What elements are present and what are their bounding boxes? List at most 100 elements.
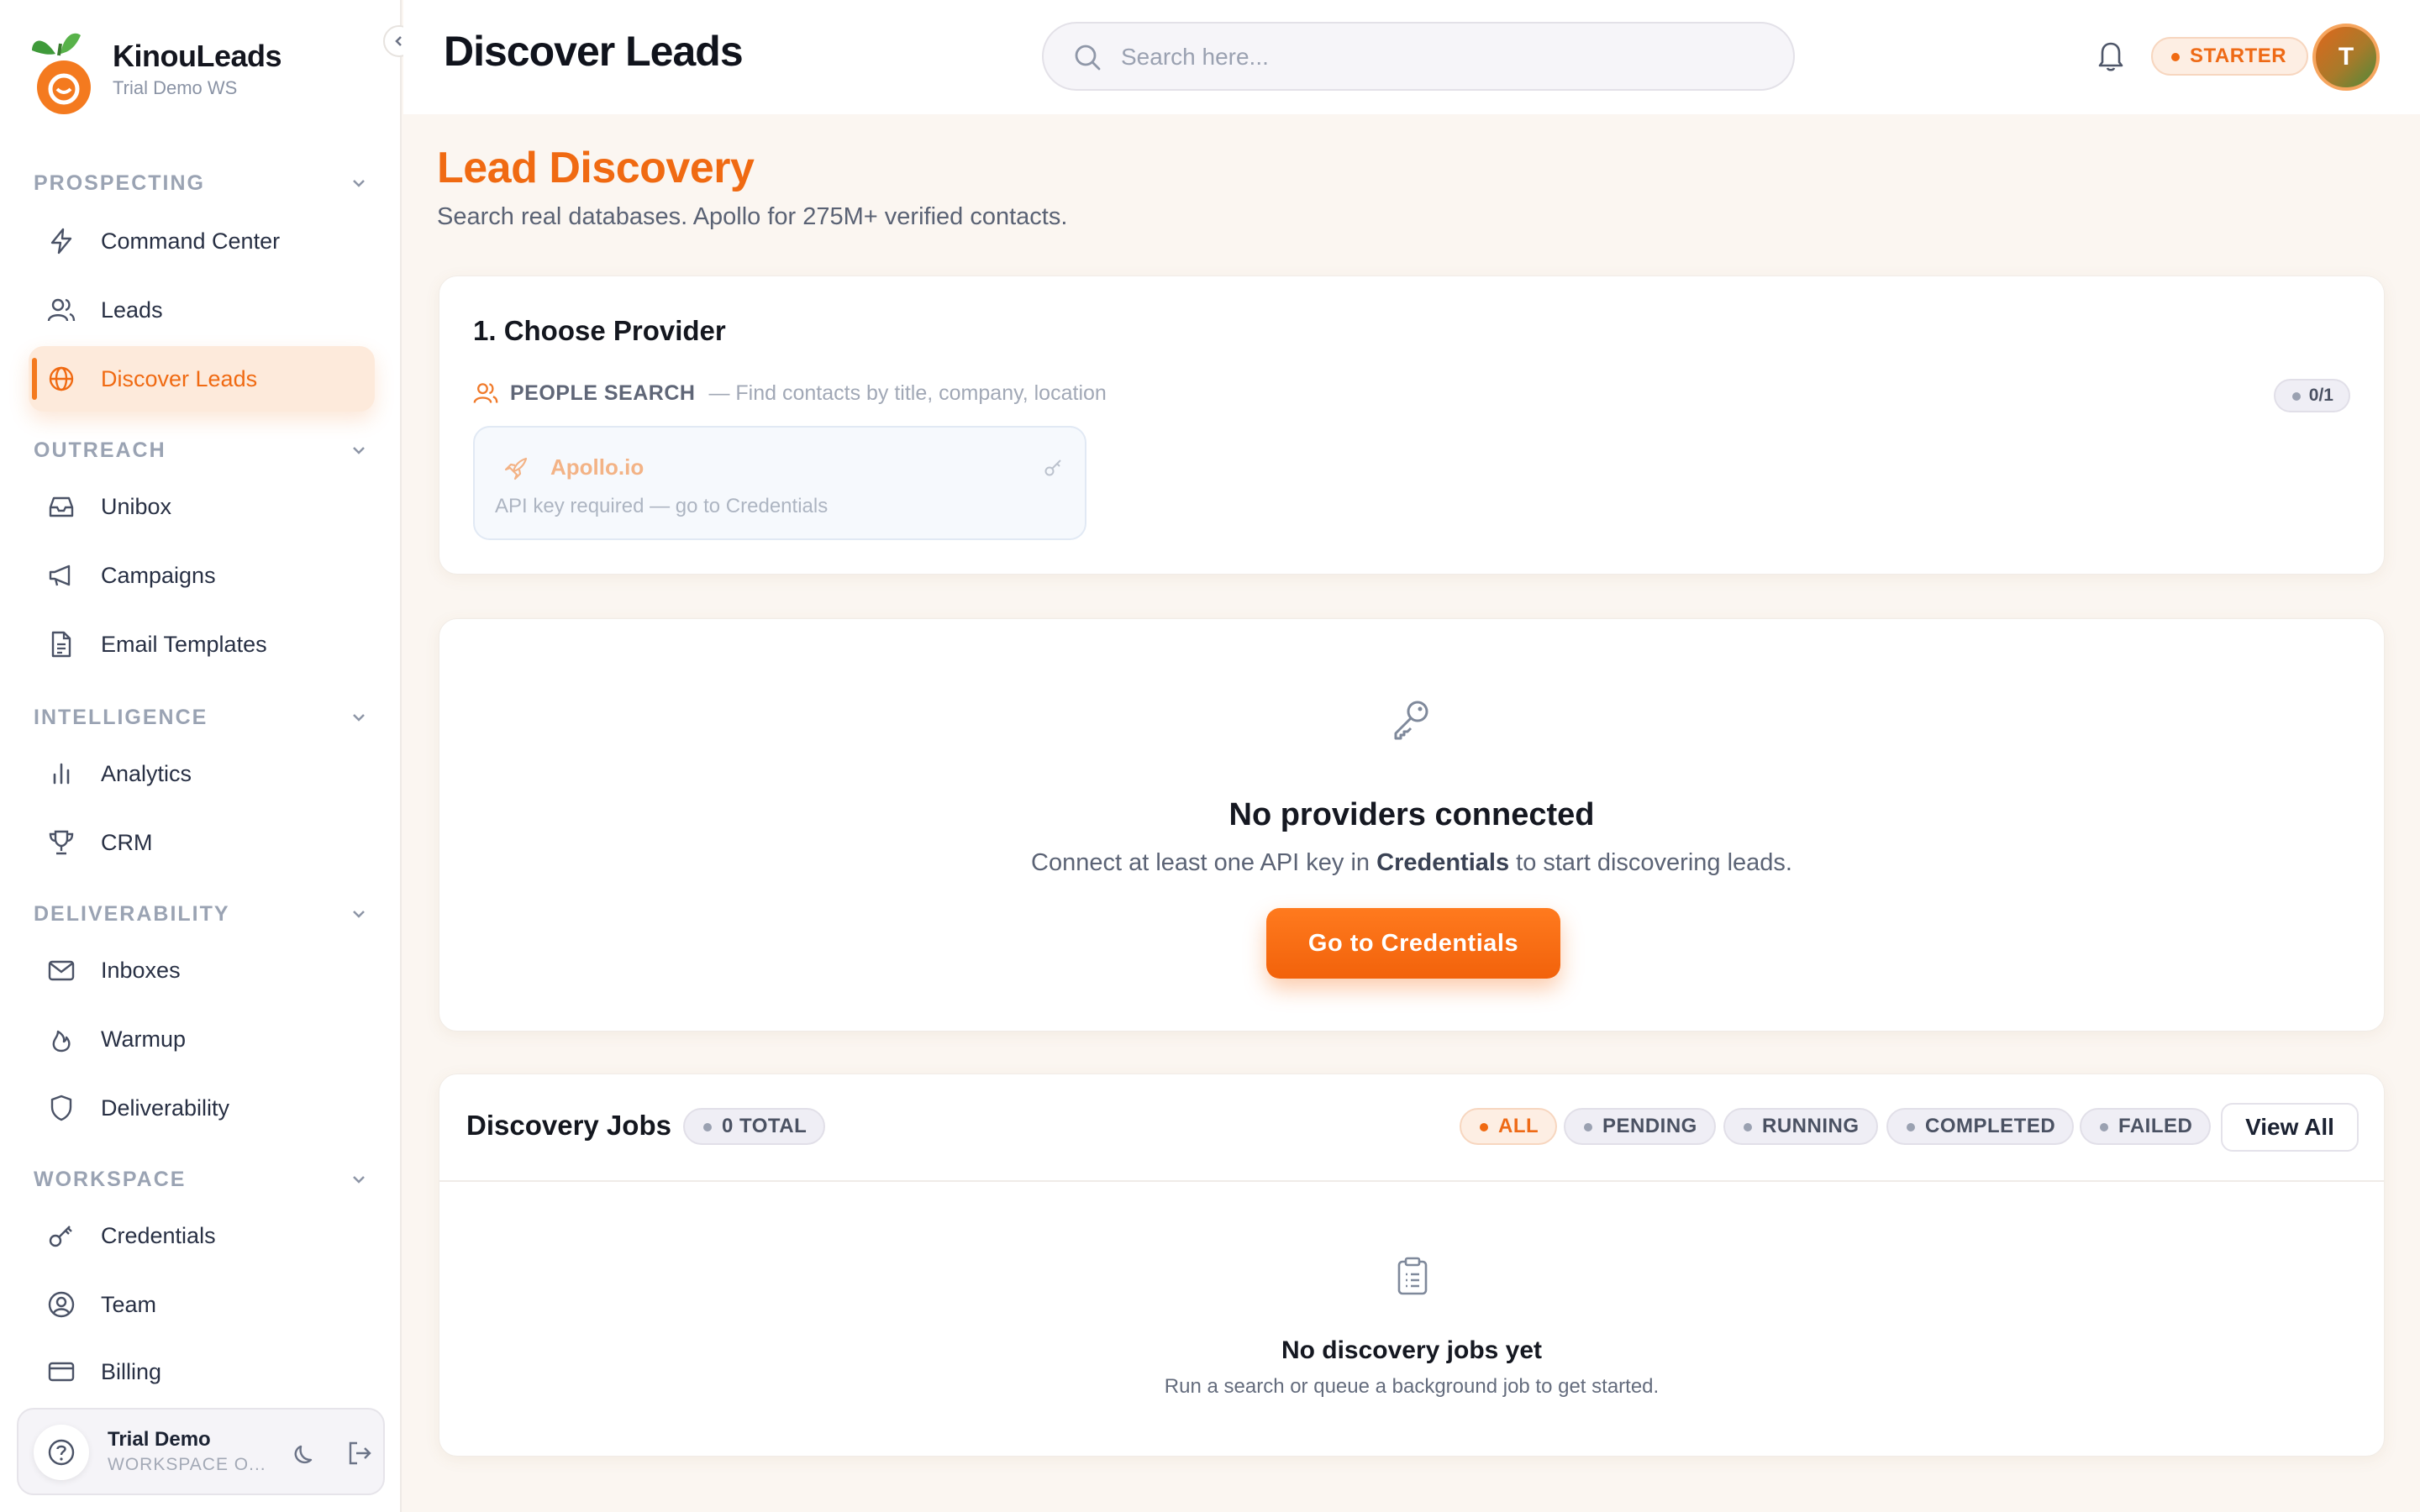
users-icon: [473, 383, 498, 403]
sidebar-item-label: Team: [101, 1291, 157, 1317]
discovery-jobs-card: Discovery Jobs 0 TOTAL ALL PENDING RUNNI…: [439, 1074, 2385, 1457]
chevron-down-icon: [353, 714, 365, 722]
question-circle-icon: [48, 1439, 75, 1466]
empty-description: Connect at least one API key in Credenti…: [439, 849, 2384, 877]
section-label: PROSPECTING: [34, 171, 205, 195]
top-bar: Discover Leads STARTER T: [403, 0, 2420, 114]
empty-desc-text: to start discovering leads.: [1509, 849, 1792, 876]
bolt-icon: [50, 228, 72, 255]
sidebar-item-deliverability[interactable]: Deliverability: [29, 1075, 375, 1141]
brand-name: KinouLeads: [113, 39, 282, 73]
sidebar-item-team[interactable]: Team: [29, 1272, 375, 1337]
chevron-down-icon: [353, 1176, 365, 1184]
avatar[interactable]: T: [2312, 24, 2380, 91]
sidebar-item-command-center[interactable]: Command Center: [29, 208, 375, 274]
sidebar-item-label: Analytics: [101, 760, 192, 786]
section-workspace[interactable]: WORKSPACE: [34, 1163, 370, 1196]
sidebar-item-unibox[interactable]: Unibox: [29, 474, 375, 539]
sidebar-item-label: Unibox: [101, 493, 172, 519]
sidebar-item-discover-leads[interactable]: Discover Leads: [29, 346, 375, 412]
plan-badge[interactable]: STARTER: [2151, 37, 2309, 76]
sidebar-item-billing[interactable]: Billing: [29, 1339, 375, 1404]
shield-icon: [50, 1095, 72, 1121]
people-search-desc: — Find contacts by title, company, locat…: [708, 381, 1107, 405]
megaphone-icon: [49, 564, 71, 586]
orange-logo-icon: [32, 33, 91, 114]
filter-failed[interactable]: FAILED: [2080, 1108, 2212, 1145]
sidebar-item-label: Billing: [101, 1358, 162, 1384]
sidebar-item-crm[interactable]: CRM: [29, 810, 375, 875]
section-intelligence[interactable]: INTELLIGENCE: [34, 701, 370, 734]
mail-icon: [48, 960, 75, 981]
sidebar-item-label: Email Templates: [101, 631, 267, 657]
user-role: WORKSPACE O...: [108, 1455, 266, 1474]
page-title: Discover Leads: [444, 28, 744, 75]
sidebar-item-warmup[interactable]: Warmup: [29, 1006, 375, 1072]
sidebar-item-inboxes[interactable]: Inboxes: [29, 937, 375, 1003]
filter-all[interactable]: ALL: [1460, 1108, 1558, 1145]
trophy-icon: [49, 830, 74, 855]
search-icon: [1075, 45, 1101, 71]
brand[interactable]: KinouLeads Trial Demo WS: [30, 29, 383, 121]
chevron-down-icon: [353, 911, 365, 918]
sidebar-item-label: Inboxes: [101, 957, 181, 983]
provider-note: API key required — go to Credentials: [495, 495, 829, 517]
workspace-name: Trial Demo WS: [113, 77, 238, 98]
sidebar-item-label: Credentials: [101, 1222, 216, 1248]
inbox-icon: [49, 496, 74, 517]
section-heading: Lead Discovery: [437, 144, 755, 192]
go-to-credentials-button[interactable]: Go to Credentials: [1266, 908, 1560, 979]
sidebar-item-credentials[interactable]: Credentials: [29, 1203, 375, 1268]
section-label: DELIVERABILITY: [34, 901, 230, 926]
logout-icon[interactable]: [345, 1438, 375, 1468]
provider-apollo-card[interactable]: Apollo.io API key required — go to Crede…: [473, 426, 1086, 540]
search-input[interactable]: [1121, 35, 1760, 79]
sidebar-item-campaigns[interactable]: Campaigns: [29, 543, 375, 608]
user-name: Trial Demo: [108, 1428, 211, 1451]
moon-icon[interactable]: [291, 1438, 321, 1468]
empty-desc-text: Connect at least one API key in: [1031, 849, 1377, 876]
filter-running[interactable]: RUNNING: [1723, 1108, 1878, 1145]
credentials-link-text: Credentials: [1376, 849, 1510, 876]
filter-pending[interactable]: PENDING: [1564, 1108, 1716, 1145]
sidebar: KinouLeads Trial Demo WS PROSPECTING Com…: [0, 0, 415, 1512]
view-all-button[interactable]: View All: [2221, 1103, 2359, 1152]
sidebar-item-analytics[interactable]: Analytics: [29, 741, 375, 806]
people-search-row: PEOPLE SEARCH — Find contacts by title, …: [473, 381, 1107, 406]
bell-icon[interactable]: [2094, 37, 2128, 74]
provider-name: Apollo.io: [550, 454, 644, 480]
section-prospecting[interactable]: PROSPECTING: [34, 166, 370, 200]
sidebar-item-label: Warmup: [101, 1026, 187, 1052]
globe-icon: [49, 366, 74, 391]
key-icon: [1394, 701, 1428, 740]
search-box[interactable]: [1042, 22, 1795, 91]
chevron-down-icon: [353, 180, 365, 187]
clipboard-icon: [1397, 1257, 1428, 1295]
provider-counter: 0/1: [2273, 379, 2350, 412]
key-icon: [49, 1226, 72, 1247]
sidebar-item-email-templates[interactable]: Email Templates: [29, 612, 375, 677]
chevron-down-icon: [353, 447, 365, 454]
user-circle-icon: [48, 1291, 75, 1318]
filter-completed[interactable]: COMPLETED: [1886, 1108, 2075, 1145]
sidebar-item-label: Command Center: [101, 228, 281, 254]
no-providers-card: No providers connected Connect at least …: [439, 618, 2385, 1032]
section-subheading: Search real databases. Apollo for 275M+ …: [437, 203, 1068, 230]
empty-title: No providers connected: [1228, 797, 1595, 832]
sidebar-item-label: Discover Leads: [101, 365, 258, 391]
bar-chart-icon: [53, 763, 70, 785]
empty-description: Run a search or queue a background job t…: [1164, 1375, 1660, 1398]
section-outreach[interactable]: OUTREACH: [34, 433, 370, 467]
card-title: 1. Choose Provider: [473, 315, 726, 346]
divider: [439, 1180, 2384, 1182]
key-icon: [1044, 459, 1061, 476]
users-icon: [47, 298, 76, 322]
section-label: INTELLIGENCE: [34, 705, 208, 729]
document-icon: [51, 631, 71, 658]
empty-title: No discovery jobs yet: [1281, 1336, 1543, 1364]
card-title: Discovery Jobs: [466, 1110, 671, 1141]
section-deliverability[interactable]: DELIVERABILITY: [34, 897, 370, 931]
flame-icon: [52, 1030, 71, 1053]
help-button[interactable]: [34, 1425, 89, 1480]
sidebar-item-leads[interactable]: Leads: [29, 277, 375, 343]
